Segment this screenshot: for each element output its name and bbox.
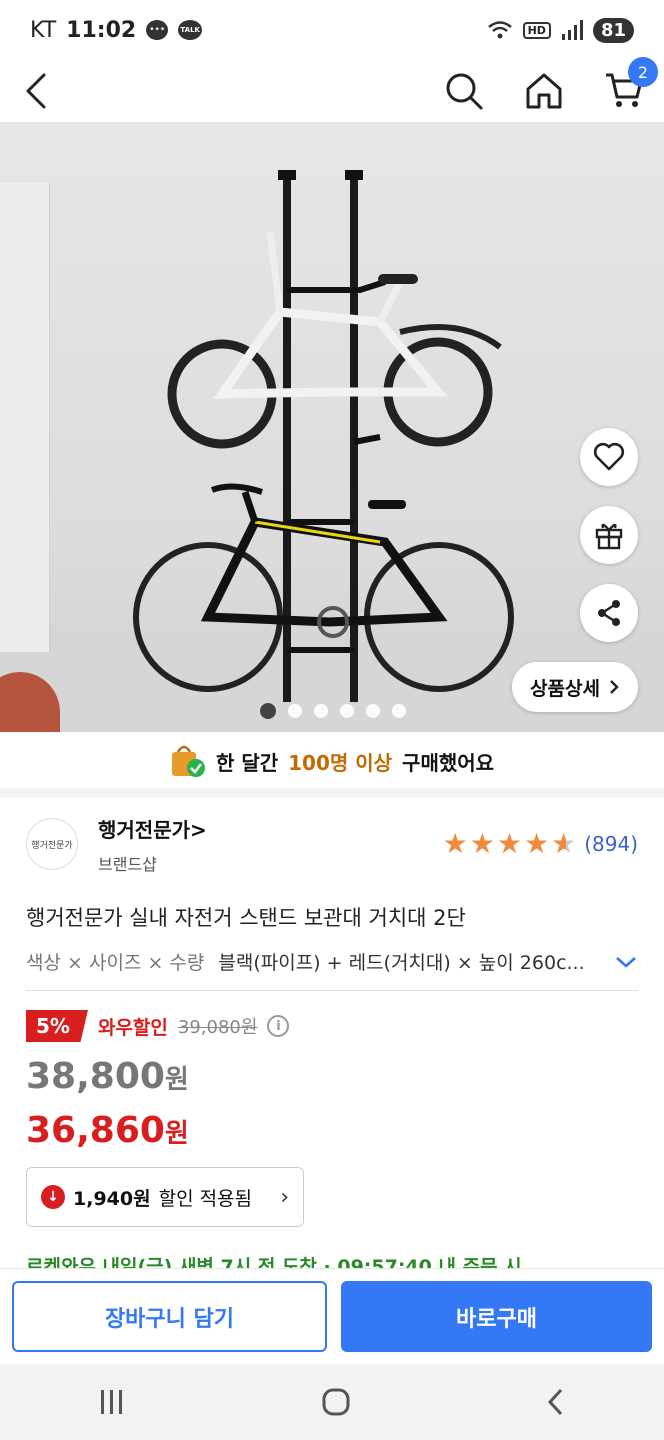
product-detail-label: 상품상세: [530, 677, 600, 700]
home-icon[interactable]: [524, 71, 564, 111]
section-divider: [0, 788, 664, 798]
down-arrow-icon: ↓: [41, 1185, 65, 1209]
wow-price-value: 36,860: [26, 1110, 165, 1151]
hd-voice-icon: HD: [522, 21, 551, 39]
info-icon[interactable]: i: [267, 1015, 290, 1037]
carousel-dot: [366, 704, 380, 718]
banner-suffix: 구매했어요: [402, 750, 495, 775]
original-price: 39,080원: [177, 1017, 258, 1038]
add-to-cart-button[interactable]: 장바구니 담기: [12, 1281, 327, 1352]
product-photo-bike-stand: [133, 170, 514, 702]
banner-prefix: 한 달간: [215, 750, 279, 775]
banner-highlight: 100명 이상: [288, 750, 393, 775]
buy-now-button[interactable]: 바로구매: [341, 1281, 652, 1352]
coupon-discount-button[interactable]: ↓ 1,940원 할인 적용됨 ›: [26, 1167, 304, 1227]
carousel-dot: [340, 704, 354, 718]
back-arrow-icon[interactable]: [20, 71, 50, 111]
share-button[interactable]: [580, 584, 638, 642]
wishlist-button[interactable]: [580, 428, 638, 486]
coupon-label: 할인 적용됨: [158, 1187, 253, 1210]
rating-summary[interactable]: ★ ★ ★ ★ ★ (894): [443, 830, 638, 858]
wifi-icon: [487, 21, 512, 39]
star-icon: ★: [469, 827, 495, 860]
carousel-dot: [392, 704, 406, 718]
seller-name-link[interactable]: 행거전문가>: [98, 814, 207, 843]
top-nav: 2: [0, 57, 664, 122]
discount-row: 5% 와우할인 39,080원 i: [26, 1010, 290, 1042]
search-icon[interactable]: [444, 71, 484, 111]
product-title: 행거전문가 실내 자전거 스탠드 보관대 거치대 2단: [26, 906, 466, 930]
discount-percent-badge: 5%: [26, 1010, 88, 1042]
sale-price-unit: 원: [164, 1065, 189, 1095]
battery-indicator: 81: [592, 17, 634, 43]
wow-price-unit: 원: [164, 1119, 189, 1149]
sale-price-value: 38,800: [26, 1056, 165, 1097]
recent-apps-icon[interactable]: [97, 1388, 127, 1416]
share-icon: [598, 600, 620, 626]
shopping-bag-check-icon: [171, 745, 205, 777]
product-image-carousel[interactable]: 상품상세: [0, 122, 664, 732]
star-icon: ★: [524, 827, 550, 860]
carrier-label: KT: [30, 17, 57, 43]
cart-count-badge: 2: [628, 57, 658, 87]
carousel-dot: [314, 704, 328, 718]
seller-logo: 행거전문가: [26, 818, 78, 870]
delivery-info-peek: 로켓와우 내일(금) 새벽 7시 전 도착 · 09:57:40 내 주문 시: [26, 1256, 522, 1268]
home-nav-icon[interactable]: [321, 1387, 351, 1417]
heart-icon: [593, 442, 625, 471]
option-label: 색상 × 사이즈 × 수량: [26, 952, 205, 974]
seller-type-label: 브랜드샵: [98, 854, 157, 874]
seller-row[interactable]: 행거전문가 행거전문가> 브랜드샵 ★ ★ ★ ★ ★ (894): [26, 812, 638, 876]
review-count-link[interactable]: (894): [584, 832, 638, 856]
coupon-amount: 1,940원: [73, 1187, 151, 1210]
half-star-icon: ★: [551, 827, 577, 860]
message-notification-icon: •••: [146, 20, 169, 40]
divider: [26, 990, 638, 991]
kakaotalk-notification-icon: TALK: [178, 20, 203, 40]
carousel-indicator: [260, 703, 406, 719]
carousel-dot: [288, 704, 302, 718]
clock: 11:02: [66, 17, 137, 43]
signal-icon: [561, 20, 583, 40]
status-bar: KT 11:02 ••• TALK HD 81: [0, 0, 664, 60]
gift-button[interactable]: [580, 506, 638, 564]
chevron-down-icon[interactable]: [614, 955, 638, 969]
star-icon: ★: [442, 827, 468, 860]
back-nav-icon[interactable]: [545, 1387, 567, 1417]
product-detail-button[interactable]: 상품상세: [512, 662, 638, 712]
bottom-action-bar: 장바구니 담기 바로구매: [0, 1268, 664, 1364]
gift-icon: [595, 523, 623, 550]
sale-price: 38,800원: [26, 1056, 189, 1097]
system-nav-bar: [0, 1364, 664, 1440]
star-icon: ★: [496, 827, 522, 860]
cart-button[interactable]: 2: [604, 57, 658, 113]
wow-price: 36,860원: [26, 1110, 189, 1151]
wow-discount-label: 와우할인: [97, 1016, 168, 1039]
option-value: 블랙(파이프) + 레드(거치대) × 높이 260c...: [218, 952, 585, 974]
purchase-count-banner: 한 달간 100명 이상 구매했어요: [0, 738, 664, 784]
chevron-right-icon: [610, 680, 619, 694]
carousel-dot: [260, 703, 276, 719]
option-selector[interactable]: 색상 × 사이즈 × 수량 블랙(파이프) + 레드(거치대) × 높이 260…: [26, 948, 638, 975]
chevron-right-icon: ›: [280, 1184, 289, 1210]
